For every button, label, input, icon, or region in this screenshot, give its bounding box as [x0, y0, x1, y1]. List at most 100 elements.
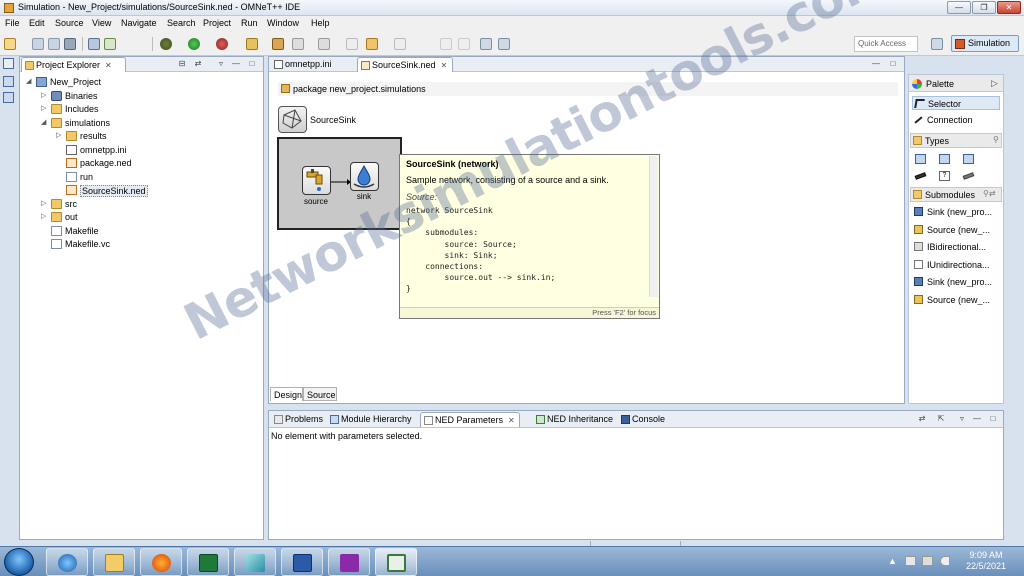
tab-design[interactable]: Design — [270, 387, 303, 401]
debug-icon[interactable] — [160, 38, 172, 50]
taskbar-media[interactable] — [328, 548, 370, 576]
network-type-palette-icon[interactable] — [963, 154, 974, 164]
tree-toggle-icon[interactable]: ▷ — [56, 131, 64, 139]
save-all-icon[interactable] — [48, 38, 60, 50]
close-button[interactable]: ✕ — [997, 1, 1021, 14]
open-perspective-icon[interactable] — [931, 38, 943, 50]
menu-help[interactable]: Help — [311, 18, 330, 28]
palette-connection-tool[interactable]: Connection — [912, 113, 1000, 127]
taskbar-firefox[interactable] — [140, 548, 182, 576]
tree-toggle-icon[interactable]: ▷ — [41, 212, 49, 220]
palette-submodule-item[interactable]: Source (new_... — [912, 223, 1000, 237]
tab-source[interactable]: Source — [303, 387, 337, 401]
forward-icon[interactable] — [394, 38, 406, 50]
pin-view-icon[interactable]: ⇄ — [917, 414, 927, 424]
export-icon[interactable] — [480, 38, 492, 50]
run-icon[interactable] — [188, 38, 200, 50]
menu-search[interactable]: Search — [167, 18, 196, 28]
tray-expand-icon[interactable]: ▲ — [888, 556, 897, 566]
menu-edit[interactable]: Edit — [29, 18, 45, 28]
restore-view-icon[interactable] — [3, 58, 14, 69]
close-tab-icon[interactable]: ✕ — [441, 61, 448, 70]
tab-project-explorer[interactable]: Project Explorer ✕ — [21, 57, 126, 72]
tab-omnetpp-ini[interactable]: omnetpp.ini — [271, 57, 353, 72]
tray-clock[interactable]: 9:09 AM 22/5/2021 — [958, 550, 1014, 572]
palette-types-section[interactable]: Types ⚲ — [910, 133, 1002, 148]
palette-submodule-item[interactable]: Sink (new_pro... — [912, 205, 1000, 219]
undo-icon[interactable] — [440, 38, 452, 50]
bottom-minimize-icon[interactable]: — — [972, 414, 982, 424]
tray-monitor-icon[interactable] — [922, 556, 933, 566]
tree-toggle-icon[interactable]: ▷ — [41, 104, 49, 112]
maximize-view-icon[interactable]: □ — [247, 59, 257, 69]
new-icon[interactable] — [4, 38, 16, 50]
menu-run[interactable]: Run — [241, 18, 258, 28]
taskbar-word[interactable] — [281, 548, 323, 576]
taskbar-app[interactable] — [234, 548, 276, 576]
wand-icon[interactable] — [246, 38, 258, 50]
source-module[interactable] — [302, 166, 331, 195]
tab-ned-parameters[interactable]: NED Parameters ✕ — [420, 412, 520, 427]
print-icon[interactable] — [64, 38, 76, 50]
tree-toggle-icon[interactable]: ◢ — [41, 118, 49, 126]
edit-icon[interactable] — [104, 38, 116, 50]
channel-type-icon[interactable] — [914, 172, 927, 180]
outline-icon[interactable] — [3, 76, 14, 87]
redo-icon[interactable] — [458, 38, 470, 50]
start-button[interactable] — [4, 548, 34, 576]
restore-button[interactable]: ❐ — [972, 1, 996, 14]
compound-module-type-icon[interactable] — [939, 154, 950, 164]
menu-file[interactable]: File — [5, 18, 20, 28]
palette-expand-icon[interactable]: ▷ — [991, 78, 998, 89]
palette-selector-tool[interactable]: Selector — [912, 96, 1000, 110]
open-type-icon[interactable] — [272, 38, 284, 50]
menu-window[interactable]: Window — [267, 18, 299, 28]
menu-navigate[interactable]: Navigate — [121, 18, 157, 28]
simple-module-type-icon[interactable] — [915, 154, 926, 164]
tab-ned-inheritance[interactable]: NED Inheritance — [533, 412, 617, 427]
network-type-icon[interactable] — [278, 106, 307, 133]
close-tab-icon[interactable]: ✕ — [105, 61, 112, 70]
profile-icon[interactable] — [216, 38, 228, 50]
build-icon[interactable] — [88, 38, 100, 50]
bottom-maximize-icon[interactable]: □ — [988, 414, 998, 424]
connection-arrow[interactable] — [331, 178, 351, 186]
link-editor-icon[interactable]: ⇄ — [193, 59, 203, 69]
sink-module[interactable] — [350, 162, 379, 191]
taskbar-ie[interactable] — [46, 548, 88, 576]
minimize-editor-icon[interactable]: — — [871, 59, 881, 69]
tree-toggle-icon[interactable]: ▷ — [41, 199, 49, 207]
taskbar-excel[interactable] — [187, 548, 229, 576]
palette-submodule-item[interactable]: Source (new_... — [912, 293, 1000, 307]
taskbar-omnetpp[interactable] — [375, 548, 417, 576]
tree-toggle-icon[interactable]: ◢ — [26, 77, 34, 85]
menu-view[interactable]: View — [92, 18, 111, 28]
palette-submodule-item[interactable]: IBidirectional... — [912, 240, 1000, 254]
palette-submodules-section[interactable]: Submodules ⚲⇄ — [910, 187, 1002, 202]
tab-console[interactable]: Console — [618, 412, 669, 427]
menu-source[interactable]: Source — [55, 18, 84, 28]
hierarchy-icon[interactable] — [3, 92, 14, 103]
maximize-editor-icon[interactable]: □ — [888, 59, 898, 69]
annotation-icon[interactable] — [318, 38, 330, 50]
tab-sourcesink-ned[interactable]: SourceSink.ned ✕ — [357, 57, 453, 72]
save-icon[interactable] — [32, 38, 44, 50]
toggle-view-icon[interactable]: ⇱ — [936, 414, 946, 424]
collapse-all-icon[interactable]: ⊟ — [177, 59, 187, 69]
view-menu-icon[interactable]: ▿ — [216, 59, 226, 69]
tooltip-scrollbar[interactable] — [649, 156, 658, 297]
search-icon[interactable] — [292, 38, 304, 50]
back-icon[interactable] — [366, 38, 378, 50]
last-edit-icon[interactable] — [346, 38, 358, 50]
bottom-view-menu-icon[interactable]: ▿ — [957, 414, 967, 424]
tray-network-icon[interactable] — [905, 556, 916, 566]
quick-access-input[interactable]: Quick Access — [854, 36, 918, 52]
channel-interface-icon[interactable] — [962, 172, 975, 180]
palette-submodule-item[interactable]: IUnidirectiona... — [912, 258, 1000, 272]
close-tab-icon[interactable]: ✕ — [508, 416, 515, 425]
palette-submodule-item[interactable]: Sink (new_pro... — [912, 275, 1000, 289]
network-icon[interactable] — [498, 38, 510, 50]
tree-toggle-icon[interactable]: ▷ — [41, 91, 49, 99]
filter-icon[interactable]: ⚲⇄ — [983, 189, 996, 198]
tab-problems[interactable]: Problems — [271, 412, 327, 427]
